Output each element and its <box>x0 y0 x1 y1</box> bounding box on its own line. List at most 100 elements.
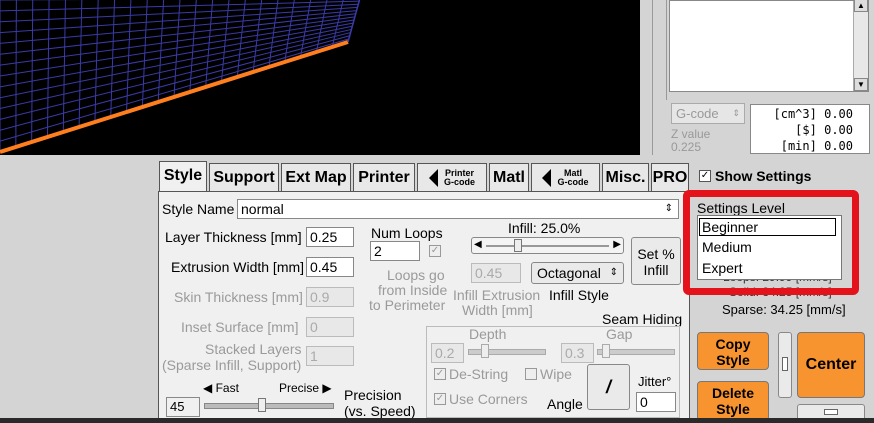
tab-label: Style <box>163 167 203 184</box>
tab-pro[interactable]: PRO <box>651 163 689 191</box>
precision-slider-thumb[interactable] <box>258 398 266 412</box>
stats-box: [cm^3] 0.00 [$] 0.00 [min] 0.00 <box>750 104 870 154</box>
angle-label: Angle <box>547 396 583 412</box>
wipe-checkbox[interactable] <box>525 368 537 380</box>
set-infill-label: Set % <box>637 246 675 262</box>
scroll-down-icon[interactable]: ▼ <box>854 78 868 91</box>
set-infill-button[interactable]: Set % Infill <box>631 237 681 285</box>
infill-extrusion-input[interactable]: 0.45 <box>471 263 521 283</box>
seam-hiding-label: Seam Hiding <box>602 311 683 327</box>
wipe-label: Wipe <box>540 366 572 382</box>
extrusion-width-input[interactable]: 0.45 <box>306 257 354 277</box>
num-loops-label: Num Loops <box>371 225 443 241</box>
infill-track <box>486 245 609 247</box>
center-label: Center <box>805 356 857 373</box>
show-settings-label: Show Settings <box>715 168 812 184</box>
center-button[interactable]: Center <box>797 332 865 398</box>
extrusion-width-label: Extrusion Width [mm] <box>171 259 305 275</box>
tab-label: Printer <box>358 169 410 186</box>
layer-thickness-label: Layer Thickness [mm] <box>165 229 302 245</box>
precision-value[interactable]: 45 <box>166 397 200 417</box>
tab-label: Ext Map <box>285 169 347 186</box>
fast-text: Fast <box>215 381 239 395</box>
stat-value: 0.00 <box>824 139 853 153</box>
tab-ext-map[interactable]: Ext Map <box>281 163 351 191</box>
output-listbox[interactable]: ▲ ▼ <box>669 0 869 92</box>
infill-style-select[interactable]: Octagonal ⇕ <box>531 262 624 284</box>
inset-surface-input[interactable]: 0 <box>306 317 354 337</box>
handle-grip-icon <box>824 409 838 415</box>
arrow-left-icon <box>542 168 552 187</box>
arrow-right-icon: ▶ <box>322 381 332 395</box>
handle-grip-icon <box>782 357 788 371</box>
depth-slider[interactable] <box>468 349 546 355</box>
copy-style-button[interactable]: Copy Style <box>697 332 769 370</box>
tab-style[interactable]: Style <box>159 161 207 191</box>
destring-checkbox[interactable]: ✓ <box>434 368 446 380</box>
tab-support[interactable]: Support <box>209 163 279 191</box>
destring-label: De-String <box>449 366 509 382</box>
depth-input[interactable]: 0.2 <box>431 343 464 363</box>
infill-thumb[interactable] <box>514 239 522 252</box>
option-medium[interactable]: Medium <box>702 239 752 255</box>
depth-label: Depth <box>469 326 507 342</box>
tab-label: Matl <box>493 169 525 186</box>
stat-value: 0.00 <box>824 123 853 137</box>
tab-printer-gcode[interactable]: Printer G-code <box>417 163 487 191</box>
style-name-value: normal <box>241 201 284 217</box>
arrow-left-icon: ◀ <box>474 239 482 250</box>
tab-matl-gcode[interactable]: Matl G-code <box>531 163 600 191</box>
splitter-handle[interactable] <box>778 332 792 398</box>
divider <box>666 0 667 100</box>
arrow-left-icon <box>428 168 438 187</box>
angle-button[interactable]: / <box>587 364 630 410</box>
precision-sublabel: (vs. Speed) <box>344 403 416 419</box>
tab-label: G-code <box>557 176 589 187</box>
loops-go-label: to Perimeter <box>369 297 446 313</box>
depth-slider-thumb[interactable] <box>481 344 489 358</box>
tab-label: Support <box>213 169 275 186</box>
stacked-layers-sublabel: (Sparse Infill, Support) <box>162 357 302 373</box>
option-beginner[interactable]: Beginner <box>702 219 758 235</box>
delete-style-button[interactable]: Delete Style <box>697 381 769 421</box>
skin-thickness-input[interactable]: 0.9 <box>306 287 354 307</box>
precise-label: Precise ▶ <box>279 381 332 395</box>
gap-slider-thumb[interactable] <box>602 344 610 358</box>
num-loops-input[interactable]: 2 <box>370 241 420 261</box>
jitter-input[interactable]: 0 <box>636 392 676 412</box>
tab-label: Misc. <box>605 169 646 186</box>
scroll-up-icon[interactable]: ▲ <box>854 0 868 12</box>
precision-label: Precision <box>344 387 402 403</box>
tab-label: PRO <box>652 169 688 186</box>
loops-inside-checkbox[interactable]: ✓ <box>429 245 441 257</box>
updown-icon: ⇕ <box>609 267 618 278</box>
settings-level-dropdown[interactable]: Beginner Medium Expert <box>697 215 842 280</box>
stacked-layers-input[interactable]: 1 <box>306 346 354 366</box>
use-corners-checkbox[interactable]: ✓ <box>434 393 446 405</box>
layer-thickness-input[interactable]: 0.25 <box>306 227 354 247</box>
gcode-select[interactable]: G-code ⇕ <box>671 103 745 124</box>
set-infill-label: Infill <box>643 262 669 278</box>
style-name-label: Style Name <box>162 201 235 217</box>
use-corners-label: Use Corners <box>449 391 528 407</box>
tab-matl[interactable]: Matl <box>489 163 529 191</box>
option-expert[interactable]: Expert <box>702 260 742 276</box>
gap-input[interactable]: 0.3 <box>561 343 594 363</box>
show-settings-checkbox[interactable]: ✓ <box>699 170 711 182</box>
stat-unit: [min] <box>780 139 817 153</box>
inset-surface-label: Inset Surface [mm] <box>181 319 299 335</box>
precision-slider-track[interactable] <box>204 403 334 409</box>
z-value: 0.225 <box>671 140 702 154</box>
infill-label: Infill: 25.0% <box>508 220 581 236</box>
tab-printer[interactable]: Printer <box>353 163 415 191</box>
copy-style-label: Copy <box>715 336 751 352</box>
copy-style-label: Style <box>716 352 750 368</box>
loops-go-label: Loops go <box>387 267 445 283</box>
delete-style-label: Style <box>716 401 750 417</box>
tab-misc[interactable]: Misc. <box>602 163 649 191</box>
style-name-select[interactable]: normal ⇕ <box>237 199 679 219</box>
fast-label: ◀ Fast <box>203 381 239 395</box>
infill-scrollbar[interactable]: ◀ ▶ <box>471 237 624 254</box>
infill-extrusion-label: Infill Extrusion <box>453 287 541 303</box>
3d-viewport[interactable] <box>0 0 640 155</box>
